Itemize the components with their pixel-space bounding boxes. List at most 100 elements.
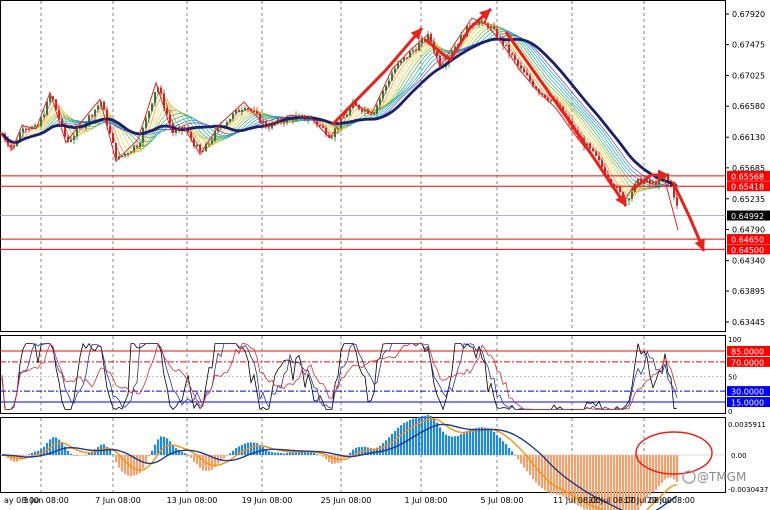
- macd-histogram-bar: [379, 445, 382, 455]
- candle-body: [616, 186, 618, 189]
- candle-body: [415, 49, 417, 51]
- macd-histogram-bar: [541, 455, 544, 489]
- candle-body: [151, 103, 153, 112]
- candle-body: [211, 140, 213, 144]
- macd-histogram-bar: [310, 452, 313, 455]
- watermark-text: @TMGM: [697, 470, 746, 484]
- macd-histogram-bar: [319, 455, 322, 456]
- macd-histogram-bar: [112, 454, 115, 456]
- macd-histogram-bar: [448, 436, 451, 455]
- candle-body: [88, 115, 90, 123]
- macd-histogram-bar: [181, 451, 184, 455]
- candle-body: [523, 68, 525, 73]
- macd-histogram-bar: [79, 455, 82, 456]
- candle-body: [370, 113, 372, 115]
- candle-body: [253, 110, 255, 112]
- macd-histogram-bar: [241, 444, 244, 455]
- macd-histogram-bar: [514, 454, 517, 456]
- macd-histogram-bar: [649, 455, 652, 495]
- macd-histogram-bar: [313, 452, 316, 455]
- candle-body: [112, 133, 114, 144]
- candle-body: [43, 114, 45, 118]
- macd-histogram-bar: [424, 415, 427, 455]
- macd-histogram-bar: [397, 427, 400, 455]
- macd-histogram-bar: [658, 455, 661, 487]
- rsi-level-text: 15.0000: [731, 399, 764, 408]
- time-label: 5 Jul 08:00: [481, 496, 524, 505]
- candle-body: [148, 111, 150, 119]
- macd-histogram-bar: [406, 421, 409, 455]
- rsi-mid-label: 50: [728, 374, 737, 382]
- candle-body: [130, 151, 132, 154]
- candle-body: [529, 75, 531, 81]
- macd-histogram-bar: [394, 430, 397, 455]
- macd-histogram-bar: [145, 455, 148, 463]
- macd-histogram-bar: [523, 455, 526, 468]
- macd-histogram-bar: [235, 448, 238, 455]
- candle-body: [229, 118, 231, 123]
- candle-body: [526, 72, 528, 76]
- candle-body: [247, 108, 249, 110]
- macd-histogram-bar: [31, 452, 34, 455]
- candle-body: [103, 101, 105, 110]
- candle-body: [484, 20, 486, 24]
- macd-histogram-bar: [28, 454, 31, 455]
- price-tick-label: 0.64790: [732, 225, 765, 234]
- candle-body: [550, 100, 552, 102]
- macd-histogram-bar: [124, 455, 127, 475]
- macd-histogram-bar: [151, 450, 154, 455]
- candle-body: [283, 122, 285, 124]
- macd-histogram-bar: [382, 443, 385, 455]
- price-tick-label: 0.66580: [732, 102, 765, 111]
- macd-histogram-bar: [226, 455, 229, 456]
- candle-body: [337, 128, 339, 130]
- macd-histogram-bar: [664, 455, 667, 480]
- rsi-zero-label: 0: [728, 408, 732, 416]
- macd-histogram-bar: [517, 455, 520, 460]
- candle-body: [22, 128, 24, 133]
- candle-body: [676, 197, 678, 206]
- candle-body: [322, 125, 324, 128]
- macd-histogram-bar: [508, 447, 511, 455]
- macd-histogram-bar: [346, 455, 349, 456]
- macd-histogram-bar: [400, 425, 403, 455]
- macd-histogram-bar: [82, 455, 85, 456]
- macd-histogram-bar: [673, 455, 676, 480]
- candle-body: [124, 153, 126, 157]
- macd-histogram-bar: [352, 449, 355, 455]
- candle-body: [109, 125, 111, 134]
- candle-body: [139, 142, 141, 147]
- macd-histogram-bar: [661, 455, 664, 483]
- time-axis: ay 08:003 Jun 08:00 7 Jun 08:00 13 Jun 08:…: [4, 496, 695, 505]
- price-tick-label: 0.66130: [732, 133, 765, 142]
- candle-body: [406, 57, 408, 59]
- macd-histogram-bar: [385, 440, 388, 455]
- candle-body: [514, 55, 516, 61]
- trading-chart[interactable]: 0.65568 0.65418 0.646500.64500 0.64992 0.67…: [0, 0, 770, 510]
- level-price-text: 0.64650: [731, 236, 764, 245]
- candle-body: [133, 145, 135, 152]
- macd-histogram-bar: [73, 455, 76, 456]
- macd-histogram-bar: [223, 455, 226, 459]
- macd-histogram-bar: [457, 435, 460, 455]
- candle-body: [268, 127, 270, 129]
- price-tick-label: 0.67920: [732, 10, 765, 19]
- macd-histogram-bar: [511, 451, 514, 455]
- level-price-text: 0.64500: [731, 246, 764, 255]
- price-tick-label: 0.67475: [732, 41, 765, 50]
- rsi-level-text: 70.0000: [731, 358, 764, 367]
- macd-histogram-bar: [427, 414, 430, 455]
- macd-histogram-bar: [445, 434, 448, 455]
- candle-body: [70, 139, 72, 142]
- macd-histogram-bar: [436, 422, 439, 455]
- candle-body: [73, 136, 75, 140]
- macd-bottom-label: -0.0030437: [728, 486, 768, 494]
- macd-histogram-bar: [493, 431, 496, 455]
- macd-histogram-bar: [391, 434, 394, 455]
- macd-histogram-bar: [76, 455, 79, 457]
- macd-histogram-bar: [643, 455, 646, 503]
- candle-body: [244, 108, 246, 110]
- candle-body: [631, 191, 633, 199]
- candle-body: [199, 144, 201, 152]
- macd-histogram-bar: [154, 444, 157, 455]
